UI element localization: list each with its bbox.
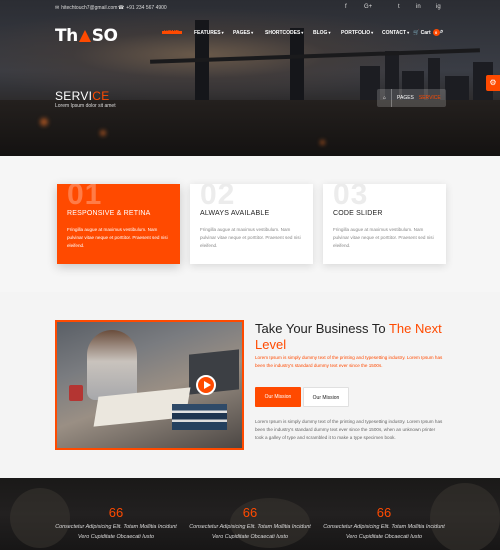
business-body-text: Lorem Ipsum is simply dummy text of the … xyxy=(255,419,443,440)
feature-number: 01 xyxy=(67,184,103,211)
feature-description: Fringilla augue at maximus vestibulum. N… xyxy=(200,227,301,248)
nav-shortcodes[interactable]: SHORTCODES▾ xyxy=(265,30,303,36)
video-thumbnail[interactable] xyxy=(55,320,244,450)
counter-text: Consectetur Adipisicing Elit. Totam Moll… xyxy=(189,524,311,540)
breadcrumb: ⌂ PAGES SERVICE xyxy=(377,89,446,107)
site-logo[interactable]: Th SO xyxy=(55,26,118,46)
nav-features-label: FEATURES xyxy=(194,30,221,36)
page-subtitle: Lorem Ipsum dolor sit amet xyxy=(55,103,116,109)
nav-contact-label: CONTACT xyxy=(382,30,407,36)
counter-value: 66 xyxy=(242,505,258,520)
home-icon[interactable]: ⌂ xyxy=(383,95,386,101)
hero-banner xyxy=(0,0,500,156)
nav-pages[interactable]: PAGES▾ xyxy=(233,30,253,36)
counter-item: 66 Consectetur Adipisicing Elit. Totam M… xyxy=(185,505,315,542)
breadcrumb-divider xyxy=(391,89,393,107)
logo-text-right: SO xyxy=(91,26,118,46)
counter-value: 66 xyxy=(108,505,124,520)
phone-icon: ☎ xyxy=(118,5,125,11)
person-image xyxy=(87,330,137,400)
nav-portfolio[interactable]: PORTFOLIO▾ xyxy=(341,30,373,36)
book-stack-image xyxy=(172,404,227,430)
mail-icon: ✉ xyxy=(55,5,60,11)
feature-card-available[interactable]: 02 ALWAYS AVAILABLE Fringilla augue at m… xyxy=(190,184,313,264)
counter-text: Consectetur Adipisicing Elit. Totam Moll… xyxy=(323,524,445,540)
nav-blog-label: BLOG xyxy=(313,30,328,36)
logo-mark-icon xyxy=(78,30,91,42)
chevron-down-icon: ▾ xyxy=(251,30,254,35)
play-icon[interactable] xyxy=(196,375,216,395)
linkedin-icon[interactable]: in xyxy=(416,4,421,10)
chevron-down-icon: ▾ xyxy=(407,30,410,35)
breadcrumb-pages[interactable]: PAGES xyxy=(397,95,414,101)
instagram-icon[interactable]: ig xyxy=(436,4,441,10)
feature-number: 02 xyxy=(200,184,236,211)
feature-number: 03 xyxy=(333,184,369,211)
nav-shortcodes-label: SHORTCODES xyxy=(265,30,301,36)
feature-card-code-slider[interactable]: 03 CODE SLIDER Fringilla augue at maximu… xyxy=(323,184,446,264)
chevron-down-icon: ▾ xyxy=(371,30,374,35)
nav-home-label: HOME xyxy=(164,30,179,36)
search-icon[interactable]: ⌕ xyxy=(440,29,443,36)
phone-contact[interactable]: ☎ +91 234 567 4900 xyxy=(118,5,167,11)
nav-blog[interactable]: BLOG▾ xyxy=(313,30,330,36)
google-plus-icon[interactable]: G+ xyxy=(364,4,372,10)
page-title-main: SERVI xyxy=(55,89,93,103)
breadcrumb-current: SERVICE xyxy=(418,95,441,101)
cart-count-badge: 0 xyxy=(432,29,440,36)
feature-title: RESPONSIVE & RETINA xyxy=(67,210,151,217)
top-bar: ✉ hitechtouch7@gmail.com ☎ +91 234 567 4… xyxy=(0,0,500,17)
feature-description: Fringilla augue at maximus vestibulum. N… xyxy=(333,227,434,248)
cart-label: Cart xyxy=(420,30,431,36)
email-contact[interactable]: ✉ hitechtouch7@gmail.com xyxy=(55,5,117,11)
chevron-down-icon: ▾ xyxy=(301,30,304,35)
chevron-down-icon: ▾ xyxy=(328,30,331,35)
mug-image xyxy=(69,385,83,401)
page-title-accent: CE xyxy=(92,89,110,103)
feature-card-responsive[interactable]: 01 RESPONSIVE & RETINA Fringilla augue a… xyxy=(57,184,180,264)
nav-pages-label: PAGES xyxy=(233,30,251,36)
facebook-icon[interactable]: f xyxy=(345,4,347,10)
chevron-down-icon: ▾ xyxy=(221,30,224,35)
business-intro-text: Lorem Ipsum is simply dummy text of the … xyxy=(255,355,443,368)
counter-item: 66 Consectetur Adipisicing Elit. Totam M… xyxy=(319,505,449,542)
twitter-icon[interactable]: t xyxy=(398,4,400,10)
our-mission-secondary-button[interactable]: Our Mission xyxy=(303,387,349,407)
feature-title: ALWAYS AVAILABLE xyxy=(200,210,270,217)
cart-icon: 🛒 xyxy=(413,30,420,36)
settings-toggle-icon[interactable]: ⚙ xyxy=(486,75,500,91)
nav-cart[interactable]: 🛒 Cart 0 xyxy=(413,29,440,36)
our-mission-button[interactable]: Our Mission xyxy=(255,387,301,407)
nav-home[interactable]: HOME xyxy=(164,30,179,36)
page-title: SERVICE xyxy=(55,89,110,103)
nav-contact[interactable]: CONTACT▾ xyxy=(382,30,409,36)
feature-title: CODE SLIDER xyxy=(333,210,383,217)
email-text: hitechtouch7@gmail.com xyxy=(61,5,118,11)
feature-description: Fringilla augue at maximus vestibulum. N… xyxy=(67,227,168,248)
counter-item: 66 Consectetur Adipisicing Elit. Totam M… xyxy=(51,505,181,542)
logo-text-left: Th xyxy=(55,26,78,46)
counter-text: Consectetur Adipisicing Elit. Totam Moll… xyxy=(55,524,177,540)
nav-portfolio-label: PORTFOLIO xyxy=(341,30,371,36)
nav-features[interactable]: FEATURES▾ xyxy=(194,30,224,36)
business-heading-main: Take Your Business To xyxy=(255,321,389,336)
counter-value: 66 xyxy=(376,505,392,520)
business-heading: Take Your Business To The Next Level xyxy=(255,321,465,353)
phone-text: +91 234 567 4900 xyxy=(126,5,167,11)
